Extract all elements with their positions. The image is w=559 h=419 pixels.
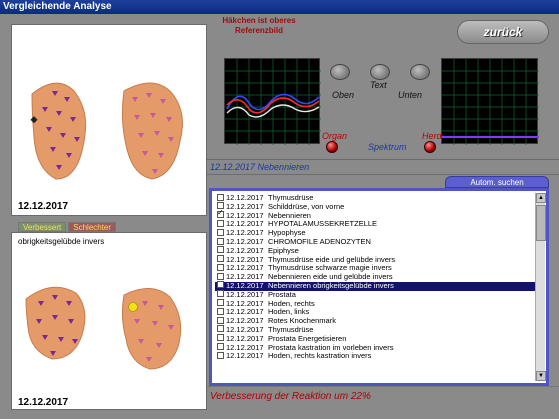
list-item-checkbox[interactable]: [217, 290, 224, 298]
bottom-panel-date: 12.12.2017: [18, 397, 69, 408]
scroll-thumb[interactable]: [536, 205, 546, 241]
waveform-display-left: [224, 58, 321, 145]
knob-label-text: Text: [370, 80, 387, 90]
list-item-label: Prostata kastration im vorleben invers: [268, 342, 394, 352]
list-item-label: Nebennieren obrigkeitsgelübde invers: [268, 280, 394, 290]
herd-indicator-led: [424, 141, 436, 153]
reference-hint: Häkchen ist oberes Referenzbild: [215, 16, 303, 36]
list-item-date: 12.12.2017: [226, 351, 264, 361]
selected-item-strip: 12.12.2017 Nebennieren: [207, 159, 559, 175]
scroll-down-icon[interactable]: ▼: [536, 371, 546, 381]
list-item-label: Rotes Knochenmark: [268, 316, 336, 326]
spectrum-chart: [442, 59, 539, 145]
list-item-label: Thymusdrüse eide und gelübde invers: [268, 254, 396, 264]
adrenal-gland-image-bottom: [25, 286, 182, 370]
list-item-checkbox[interactable]: [217, 209, 224, 219]
list-item-label: Epiphyse: [268, 245, 299, 255]
list-item-label: Hoden, links: [268, 307, 310, 317]
list-item-label: Thymusdrüse: [268, 194, 314, 202]
reference-hint-line2: Referenzbild: [234, 26, 283, 35]
organ-indicator-led: [326, 141, 338, 153]
result-tabs: Verbessert Schlechter: [18, 222, 117, 232]
list-item-checkbox[interactable]: [217, 299, 224, 307]
spektrum-label: Spektrum: [368, 142, 407, 152]
scroll-up-icon[interactable]: ▲: [536, 193, 546, 203]
list-item-label: HYPOTALAMUSSEKRETZELLE: [268, 219, 378, 229]
waveform-chart: [225, 59, 321, 145]
knob-label-oben: Oben: [332, 90, 355, 100]
list-item-checkbox[interactable]: [217, 255, 224, 263]
list-item-label: Prostata Energetisieren: [268, 333, 347, 343]
organ-label: Organ: [322, 131, 348, 141]
list-item-checkbox[interactable]: [217, 246, 224, 254]
list-item-checkbox[interactable]: [217, 343, 224, 351]
list-item-label: Prostata: [268, 289, 296, 299]
selected-item-text: 12.12.2017 Nebennieren: [210, 162, 310, 172]
list-item-checkbox[interactable]: [217, 351, 224, 359]
list-item-checkbox[interactable]: [217, 281, 224, 289]
list-item-label: Hypophyse: [268, 228, 306, 238]
list-item-label: Nebennieren: [268, 210, 311, 220]
list-item-checkbox[interactable]: [217, 194, 224, 201]
list-item-checkbox[interactable]: [217, 316, 224, 324]
reference-hint-line1: Häkchen ist oberes: [222, 16, 296, 25]
tab-schlechter[interactable]: Schlechter: [68, 222, 117, 232]
analysis-list-box: 12.12.2017 Thymusdrüse 12.12.2017 Schilddrü…: [209, 188, 549, 386]
list-item-checkbox[interactable]: [217, 325, 224, 333]
auto-search-button[interactable]: Autom. suchen: [445, 176, 549, 188]
list-item-label: Thymusdrüse: [268, 324, 314, 334]
list-item-label: Hoden, rechts kastration invers: [268, 351, 372, 361]
analysis-list: 12.12.2017 Thymusdrüse 12.12.2017 Schilddrü…: [215, 194, 535, 380]
main-area: 12.12.2017 Verbessert Schlechter obrigke…: [0, 14, 559, 419]
list-item-label: Hoden, rechts: [268, 298, 315, 308]
bottom-image-panel: obrigkeitsgelübde invers 12.12.2017: [11, 232, 207, 410]
list-item-checkbox[interactable]: [217, 219, 224, 227]
waveform-display-right: [441, 58, 539, 145]
knob-text[interactable]: [370, 64, 390, 80]
top-panel-date: 12.12.2017: [18, 201, 69, 212]
list-item-label: CHROMOFILE ADENOZYTEN: [268, 236, 371, 246]
bottom-panel-caption: obrigkeitsgelübde invers: [18, 237, 105, 246]
status-text: Verbesserung der Reaktion um 22%: [210, 391, 371, 402]
back-button[interactable]: zurück: [457, 20, 549, 44]
list-item-checkbox[interactable]: [217, 237, 224, 245]
window-title-bar: Vergleichende Analyse: [0, 0, 559, 14]
knob-oben[interactable]: [330, 64, 350, 80]
list-item-label: Thymusdrüse schwarze magie invers: [268, 263, 392, 273]
top-image-panel: 12.12.2017: [11, 24, 207, 216]
list-item-label: Schilddrüse, von vorne: [268, 201, 345, 211]
list-item-checkbox[interactable]: [217, 263, 224, 271]
list-item[interactable]: 12.12.2017 Hoden, rechts kastration inver…: [215, 351, 535, 361]
list-item-label: Nebennieren eide und gelübde invers: [268, 272, 393, 282]
herd-label: Herd: [422, 131, 442, 141]
knob-unten[interactable]: [410, 64, 430, 80]
list-item-checkbox[interactable]: [217, 228, 224, 236]
list-item-checkbox[interactable]: [217, 334, 224, 342]
list-scrollbar[interactable]: ▲ ▼: [535, 193, 546, 381]
window-title: Vergleichende Analyse: [3, 1, 112, 12]
adrenal-gland-image-top: [30, 82, 183, 180]
list-item-checkbox[interactable]: [217, 307, 224, 315]
tab-verbessert[interactable]: Verbessert: [18, 222, 67, 232]
list-item-checkbox[interactable]: [217, 272, 224, 280]
knob-label-unten: Unten: [398, 90, 423, 100]
